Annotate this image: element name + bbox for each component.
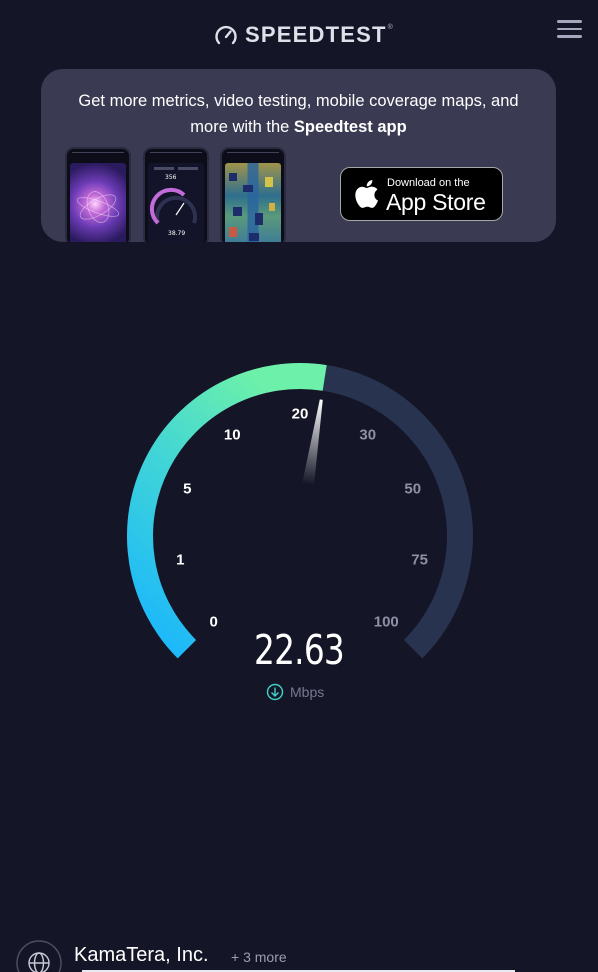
provider-row[interactable]: KamaTera, Inc. + 3 more	[0, 930, 598, 972]
svg-text:38.79: 38.79	[168, 230, 185, 237]
banner-text: Get more metrics, video testing, mobile …	[41, 88, 556, 140]
phone-screenshot-map	[220, 147, 286, 242]
gauge-scale-label: 50	[404, 480, 422, 498]
banner-text-line2: more with the	[190, 118, 294, 136]
svg-text:356: 356	[165, 174, 177, 181]
speed-unit-label: Mbps	[290, 684, 325, 700]
banner-text-app-name: Speedtest app	[293, 118, 407, 136]
app-store-download-button[interactable]: Download on the App Store	[340, 167, 503, 221]
gauge-scale-label: 75	[411, 551, 428, 569]
gauge-scale-label: 5	[183, 480, 192, 498]
gauge-scale-label: 30	[359, 426, 377, 444]
header: SPEEDTEST ®	[0, 0, 598, 68]
banner-text-line1: Get more metrics, video testing, mobile …	[78, 92, 519, 110]
logo-trademark: ®	[387, 24, 393, 31]
apple-logo-icon	[355, 180, 378, 208]
download-speed-value: 22.63	[254, 626, 345, 674]
app-store-small-text: Download on the	[387, 177, 470, 189]
speedtest-page: SPEEDTEST ® Get more metrics, video test…	[0, 0, 598, 972]
globe-icon	[16, 940, 62, 972]
speedometer-logo-icon	[215, 25, 237, 45]
app-store-label: App Store	[386, 189, 486, 215]
logo-text: SPEEDTEST	[245, 22, 387, 47]
phone-screenshot-gauge: 356 38.79	[143, 147, 209, 242]
phone-screenshot-visual	[65, 147, 131, 242]
provider-name: KamaTera, Inc.	[74, 944, 209, 966]
download-arrow-icon	[266, 683, 284, 701]
gauge-scale-label: 10	[223, 426, 241, 444]
hamburger-menu-icon[interactable]	[557, 20, 582, 40]
gauge-scale-label: 20	[291, 405, 309, 423]
gauge-scale-label: 1	[176, 551, 185, 569]
speed-unit-row: Mbps	[266, 683, 324, 701]
speedtest-logo[interactable]: SPEEDTEST ®	[214, 22, 393, 48]
app-promo-banner: Get more metrics, video testing, mobile …	[41, 69, 556, 242]
provider-more-link[interactable]: + 3 more	[231, 949, 287, 965]
